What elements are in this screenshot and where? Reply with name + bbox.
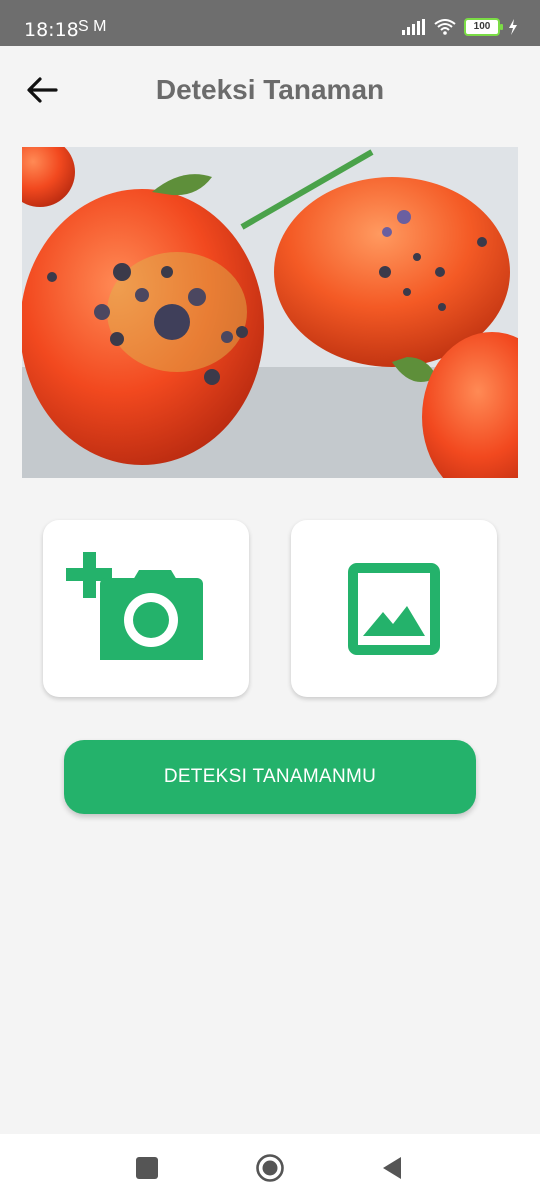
battery-indicator: 100 [464, 18, 503, 36]
triangle-back-icon [383, 1157, 401, 1179]
app-bar: Deteksi Tanaman [0, 46, 540, 136]
status-icons: 100 [402, 18, 518, 36]
choose-from-gallery-button[interactable] [291, 520, 497, 697]
image-gallery-icon [348, 563, 440, 655]
back-nav-button[interactable] [375, 1151, 409, 1185]
square-icon [136, 1157, 158, 1179]
selected-plant-image [22, 147, 518, 478]
wifi-icon [434, 19, 456, 35]
status-time: 18:18 [24, 19, 79, 41]
notification-icons: S M [78, 18, 107, 35]
tomato-photo [22, 147, 518, 478]
status-bar: 18:18 S M 100 [0, 0, 540, 46]
system-navigation-bar [0, 1134, 540, 1200]
charging-icon [509, 19, 517, 35]
page-title: Deteksi Tanaman [155, 74, 385, 105]
signal-icon [402, 19, 425, 35]
circle-icon [256, 1154, 284, 1182]
add-photo-camera-icon [66, 552, 203, 660]
recent-apps-button[interactable] [130, 1151, 164, 1185]
take-photo-button[interactable] [43, 520, 249, 697]
detect-plant-button[interactable]: DETEKSI TANAMANMU [64, 740, 476, 814]
home-button[interactable] [253, 1151, 287, 1185]
